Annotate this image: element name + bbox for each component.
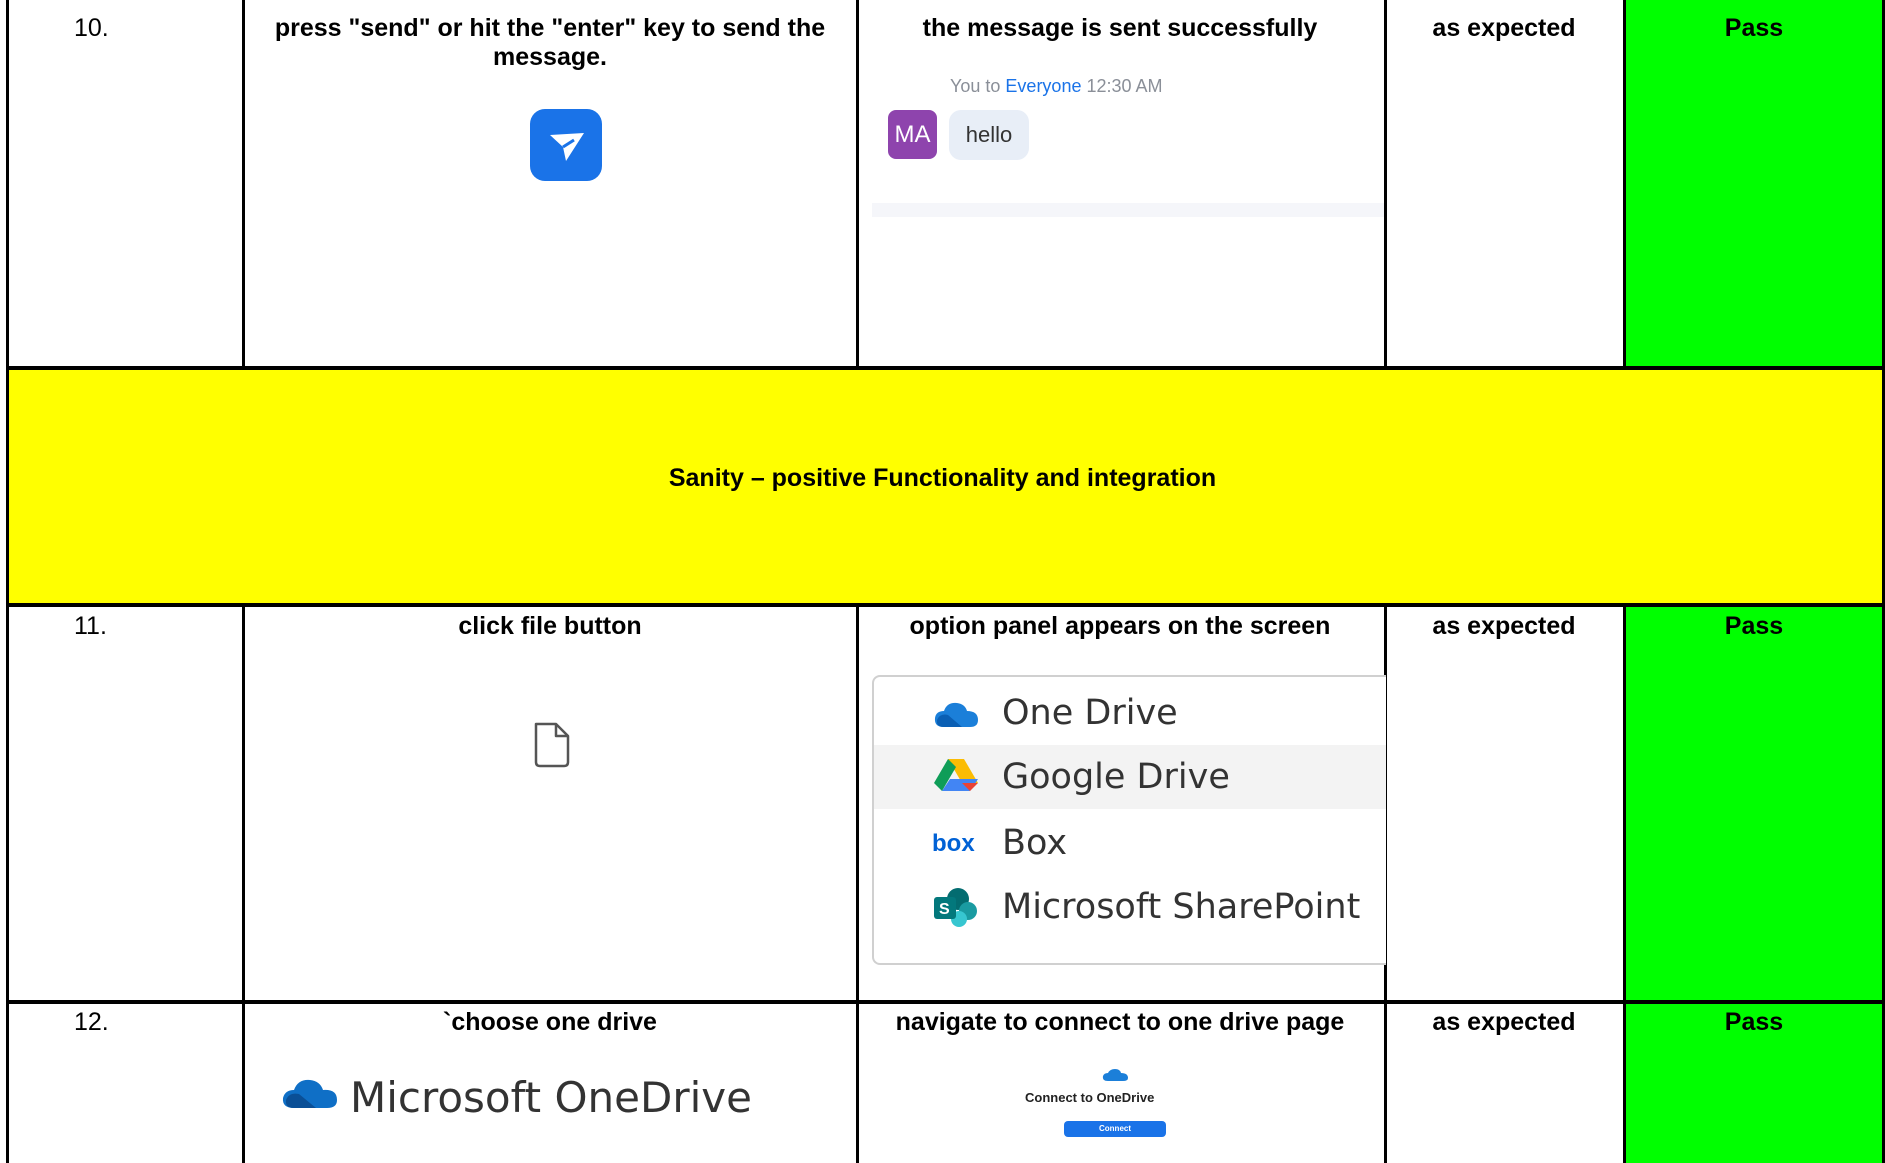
grid-line (242, 0, 245, 368)
step-description: press "send" or hit the "enter" key to s… (274, 14, 826, 71)
avatar: MA (888, 110, 937, 159)
expected-result: the message is sent successfully (922, 14, 1318, 42)
grid-line (1623, 605, 1626, 1163)
section-header: Sanity – positive Functionality and inte… (668, 464, 1217, 492)
expected-result: navigate to connect to one drive page (895, 1008, 1345, 1036)
file-options-panel: One Drive Google Drive box Box S Microso… (872, 675, 1386, 965)
option-label: One Drive (1002, 693, 1178, 733)
chat-sender: You (950, 76, 981, 96)
grid-line (242, 605, 245, 1163)
panel-top-partial (1070, 655, 1383, 673)
step-description: click file button (458, 612, 642, 640)
step-description: `choose one drive (443, 1008, 657, 1036)
grid-line (6, 0, 9, 1163)
chat-meta: You to Everyone 12:30 AM (950, 76, 1163, 97)
svg-text:box: box (932, 830, 975, 857)
box-icon: box (932, 830, 975, 857)
row-number: 12. (74, 1008, 109, 1036)
row-number: 10. (74, 14, 109, 42)
actual-result: as expected (1432, 1008, 1576, 1036)
test-result: Pass (1724, 1008, 1784, 1036)
google-drive-icon (934, 759, 978, 791)
test-result: Pass (1724, 14, 1784, 42)
file-button[interactable] (530, 720, 574, 770)
file-icon (534, 722, 570, 768)
connect-title: Connect to OneDrive (1025, 1090, 1155, 1105)
chat-footer (872, 203, 1384, 217)
chat-to: to (985, 76, 1001, 96)
grid-line (6, 366, 1884, 370)
onedrive-connect-icon (1102, 1069, 1128, 1081)
grid-line (1384, 0, 1387, 368)
test-case-table: 10. press "send" or hit the "enter" key … (0, 0, 1885, 1163)
connect-button[interactable]: Connect (1064, 1121, 1166, 1137)
onedrive-icon (934, 702, 978, 727)
grid-line (856, 605, 859, 1163)
chat-recipient[interactable]: Everyone (1005, 76, 1081, 96)
chat-message: hello (949, 110, 1029, 160)
sharepoint-icon: S (934, 888, 977, 927)
option-sharepoint[interactable]: S Microsoft SharePoint (874, 875, 1386, 939)
pass-column-row-10 (1625, 0, 1883, 366)
test-result: Pass (1724, 612, 1784, 640)
send-button[interactable] (530, 109, 602, 181)
expected-result: option panel appears on the screen (909, 612, 1331, 640)
grid-line (1623, 0, 1626, 368)
option-box[interactable]: box Box (874, 811, 1386, 875)
grid-line (6, 1000, 1884, 1004)
actual-result: as expected (1432, 612, 1576, 640)
actual-result: as expected (1432, 14, 1576, 42)
option-one-drive[interactable]: One Drive (874, 681, 1386, 745)
pass-column-row-11 (1625, 607, 1883, 1000)
onedrive-logo-icon (282, 1079, 337, 1108)
grid-line (6, 603, 1884, 607)
option-google-drive[interactable]: Google Drive (874, 745, 1386, 809)
chat-time: 12:30 AM (1086, 76, 1163, 96)
send-icon (550, 133, 584, 161)
grid-line (856, 0, 859, 368)
row-number: 11. (74, 612, 107, 640)
option-label: Google Drive (1002, 757, 1230, 797)
onedrive-brand-text: Microsoft OneDrive (350, 1073, 752, 1122)
option-label: Microsoft SharePoint (1002, 887, 1361, 927)
svg-text:S: S (939, 901, 950, 918)
option-label: Box (1002, 823, 1068, 863)
